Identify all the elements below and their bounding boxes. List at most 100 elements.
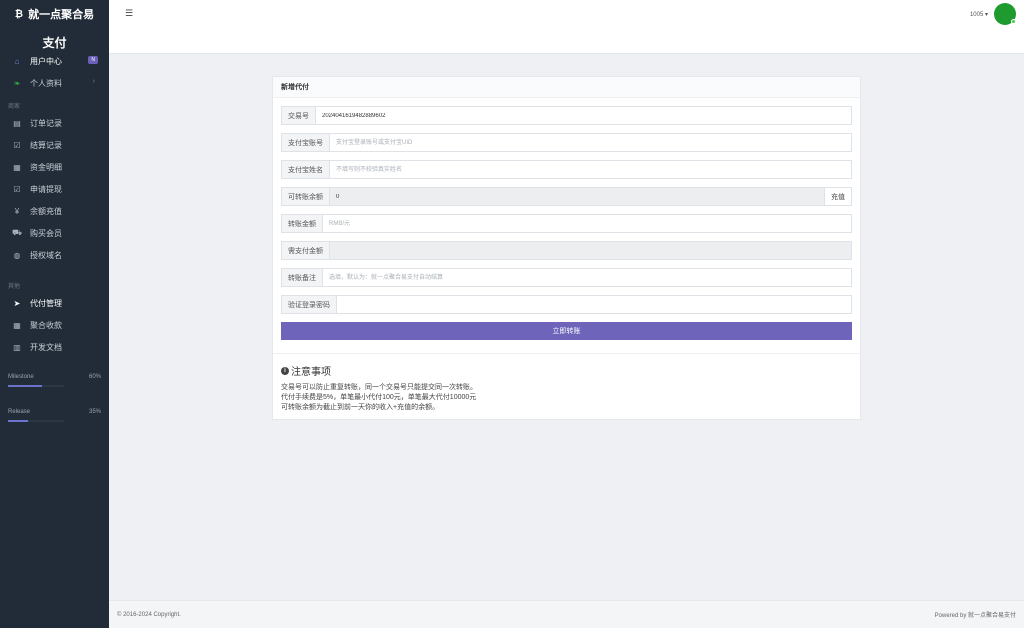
alipay-name-row: 支付宝姓名 xyxy=(281,160,852,179)
menu-icon[interactable]: ☰ xyxy=(125,8,133,19)
book-icon: ▥ xyxy=(13,342,21,352)
progress-label: Release xyxy=(8,409,31,415)
notice-line: 交易号可以防止重复转账，同一个交易号只能提交同一次转账。 xyxy=(281,384,477,391)
notice-line: 可转账余额为截止到前一天你的收入+充值的余额。 xyxy=(281,404,440,411)
amount-row: 转账金额 xyxy=(281,214,852,233)
online-status-dot xyxy=(1011,19,1016,24)
balance-row: 可转账余额 充值 xyxy=(281,187,852,206)
sidebar-item-label: 开发文档 xyxy=(30,342,62,352)
password-label: 验证登录密码 xyxy=(282,296,337,313)
sidebar-item-label: 余额充值 xyxy=(30,206,62,216)
trade-no-label: 交易号 xyxy=(282,107,316,124)
progress-release: Release 35% xyxy=(0,409,109,422)
brand[interactable]: ₿ 就一点聚合易 xyxy=(0,0,109,28)
balance-label: 可转账余额 xyxy=(282,188,330,205)
leaf-icon: ❧ xyxy=(13,78,21,88)
new-badge: N xyxy=(88,56,98,64)
sidebar-item-domains[interactable]: ◍ 授权域名 xyxy=(0,244,109,266)
progress-percent: 35% xyxy=(88,409,101,415)
sidebar-item-settlements[interactable]: ☑ 结算记录 xyxy=(0,134,109,156)
remark-label: 转账备注 xyxy=(282,269,323,286)
notice-section: i 注意事项 交易号可以防止重复转账，同一个交易号只能提交同一次转账。 代付手续… xyxy=(273,353,860,422)
sidebar-item-withdraw[interactable]: ☑ 申请提现 xyxy=(0,178,109,200)
pay-amount-row: 需支付金额 xyxy=(281,241,852,260)
sidebar: ₿ 就一点聚合易 支付 ⌂ 用户中心 N ❧ 个人资料 › 商家 ▤ 订单记录 … xyxy=(0,0,109,628)
alipay-name-input[interactable] xyxy=(330,161,851,178)
sidebar-item-label: 购买会员 xyxy=(30,228,62,238)
password-row: 验证登录密码 xyxy=(281,295,852,314)
progress-fill xyxy=(8,385,42,387)
site-subtitle: 支付 xyxy=(42,36,67,50)
progress-percent: 60% xyxy=(88,374,101,380)
notice-title-text: 注意事项 xyxy=(291,367,331,378)
progress-milestone: Milestone 60% xyxy=(0,374,109,387)
sidebar-item-label: 申请提现 xyxy=(30,184,62,194)
sidebar-item-membership[interactable]: ⛟ 购买会员 xyxy=(0,222,109,244)
remark-row: 转账备注 xyxy=(281,268,852,287)
sidebar-item-label: 授权域名 xyxy=(30,250,62,260)
payout-form: 交易号 支付宝账号 支付宝姓名 可转账余额 充值 转账金额 需支付金额 转账备注 xyxy=(273,98,860,340)
payout-card: 新增代付 交易号 支付宝账号 支付宝姓名 可转账余额 充值 转账金额 需支付金额… xyxy=(272,76,861,420)
list-icon: ▤ xyxy=(13,118,21,128)
sidebar-item-funds[interactable]: ▦ 资金明细 xyxy=(0,156,109,178)
card-title: 新增代付 xyxy=(273,77,860,98)
calendar-icon: ▦ xyxy=(13,162,21,172)
alipay-account-input[interactable] xyxy=(330,134,851,151)
sidebar-item-label: 聚合收款 xyxy=(30,320,62,330)
sidebar-item-label: 代付管理 xyxy=(30,298,62,308)
chevron-right-icon: › xyxy=(92,78,95,85)
progress-fill xyxy=(8,420,28,422)
sidebar-item-user-center[interactable]: ⌂ 用户中心 N xyxy=(0,50,109,72)
check-icon: ☑ xyxy=(13,140,21,150)
progress-label: Milestone xyxy=(8,374,34,380)
sidebar-item-label: 结算记录 xyxy=(30,140,62,150)
bitcoin-icon: ₿ xyxy=(14,8,24,20)
cart-icon: ⛟ xyxy=(12,228,23,237)
sidebar-item-recharge[interactable]: ¥ 余额充值 xyxy=(0,200,109,222)
sidebar-item-docs[interactable]: ▥ 开发文档 xyxy=(0,336,109,358)
sidebar-item-profile[interactable]: ❧ 个人资料 › xyxy=(0,72,109,94)
alipay-name-label: 支付宝姓名 xyxy=(282,161,330,178)
sidebar-item-label: 资金明细 xyxy=(30,162,62,172)
notice-line: 代付手续费是5%，单笔最小代付100元，单笔最大代付10000元 xyxy=(281,394,477,401)
sidebar-section-other: 其他 xyxy=(8,284,21,290)
home-icon: ⌂ xyxy=(14,56,20,66)
trade-no-row: 交易号 xyxy=(281,106,852,125)
footer-powered-by: Powered by 就一点聚合易支付 xyxy=(934,613,1016,619)
footer-copyright: © 2016-2024 Copyright. xyxy=(117,611,181,618)
balance-input xyxy=(330,188,824,205)
brand-name: 就一点聚合易 xyxy=(28,9,95,21)
amount-input[interactable] xyxy=(323,215,851,232)
user-name: 1005 ▾ xyxy=(970,11,988,18)
sidebar-item-label: 个人资料 xyxy=(30,78,62,88)
sidebar-item-payout[interactable]: ➤ 代付管理 xyxy=(0,292,109,314)
info-icon: i xyxy=(281,366,289,375)
footer: © 2016-2024 Copyright. Powered by 就一点聚合易… xyxy=(109,600,1024,628)
notice-title: i 注意事项 xyxy=(281,363,852,378)
recharge-button[interactable]: 充值 xyxy=(824,188,851,205)
avatar[interactable] xyxy=(994,3,1016,25)
globe-icon: ◍ xyxy=(13,250,21,260)
grid-icon: ▦ xyxy=(13,320,21,330)
pay-amount-input xyxy=(330,242,851,259)
progress-track xyxy=(8,420,64,422)
sidebar-section-merchant: 商家 xyxy=(8,104,21,110)
alipay-account-label: 支付宝账号 xyxy=(282,134,330,151)
pay-amount-label: 需支付金额 xyxy=(282,242,330,259)
user-id: 1005 xyxy=(969,11,984,18)
topbar: ☰ 1005 ▾ xyxy=(109,0,1024,54)
send-icon: ➤ xyxy=(13,298,21,308)
submit-transfer-button[interactable]: 立即转账 xyxy=(281,322,852,340)
trade-no-input[interactable] xyxy=(316,107,851,124)
amount-label: 转账金额 xyxy=(282,215,323,232)
remark-input[interactable] xyxy=(323,269,851,286)
sidebar-item-aggregate[interactable]: ▦ 聚合收款 xyxy=(0,314,109,336)
user-menu[interactable]: 1005 ▾ xyxy=(970,3,1016,25)
withdraw-icon: ☑ xyxy=(13,184,21,194)
sidebar-item-orders[interactable]: ▤ 订单记录 xyxy=(0,112,109,134)
alipay-account-row: 支付宝账号 xyxy=(281,133,852,152)
progress-track xyxy=(8,385,64,387)
sidebar-item-label: 订单记录 xyxy=(30,118,62,128)
password-input[interactable] xyxy=(337,296,851,313)
sidebar-item-label: 用户中心 xyxy=(30,56,62,66)
